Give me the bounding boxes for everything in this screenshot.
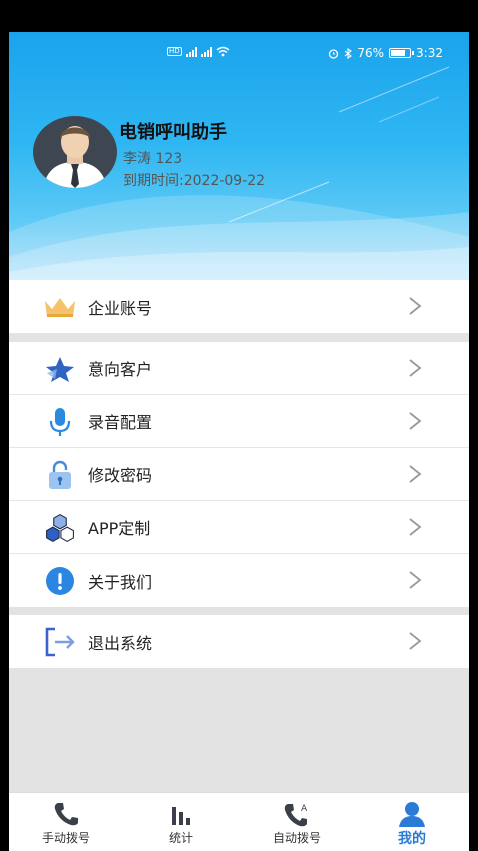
microphone-icon <box>43 406 77 438</box>
app-title: 电销呼叫助手 <box>119 122 227 143</box>
menu-group-account: 企业账号 <box>9 280 469 333</box>
svg-text:A: A <box>301 804 308 814</box>
signal-icon <box>185 46 197 57</box>
tab-label: 手动拨号 <box>41 831 90 845</box>
tab-statistics[interactable]: 统计 <box>131 793 231 851</box>
auto-dial-icon: A <box>284 804 308 827</box>
profile-header: HD 76% 3:32 电销呼叫助手 李涛 123 到期时间:2022-09-2… <box>9 32 469 280</box>
tab-auto-dial[interactable]: A 自动拨号 <box>247 793 347 851</box>
signal-icon <box>200 46 212 57</box>
tab-manual-dial[interactable]: 手动拨号 <box>16 793 116 851</box>
menu-item-label: 企业账号 <box>88 298 153 318</box>
tab-label: 统计 <box>168 831 193 845</box>
chevron-right-icon <box>409 518 422 536</box>
menu-group-main: 意向客户 录音配置 修改密码 APP定制 关于我们 <box>9 342 469 607</box>
chevron-right-icon <box>409 412 422 430</box>
menu-item-label: 退出系统 <box>88 633 153 653</box>
tab-mine[interactable]: 我的 <box>362 793 462 851</box>
info-icon <box>43 565 77 597</box>
menu-item-app-customization[interactable]: APP定制 <box>9 501 469 554</box>
menu-item-label: 关于我们 <box>88 572 153 592</box>
bluetooth-icon <box>345 47 353 59</box>
avatar[interactable] <box>33 116 117 188</box>
menu-item-label: 意向客户 <box>88 360 153 379</box>
hexagon-cluster-icon <box>43 512 77 544</box>
menu-item-label: 修改密码 <box>88 466 153 485</box>
tab-label: 自动拨号 <box>272 831 321 845</box>
menu-item-label: APP定制 <box>88 519 151 538</box>
bar-chart-icon <box>172 807 190 825</box>
user-icon <box>399 802 425 827</box>
menu-item-change-password[interactable]: 修改密码 <box>9 448 469 501</box>
star-icon <box>43 353 77 385</box>
chevron-right-icon <box>409 465 422 483</box>
phone-icon <box>54 803 78 826</box>
wifi-icon <box>216 46 230 57</box>
hd-icon: HD <box>167 47 182 56</box>
menu-item-intended-customers[interactable]: 意向客户 <box>9 342 469 395</box>
chevron-right-icon <box>409 359 422 377</box>
expiry-date: 到期时间:2022-09-22 <box>123 173 266 189</box>
chevron-right-icon <box>409 632 422 650</box>
clock: 3:32 <box>416 46 443 60</box>
tab-label: 我的 <box>398 831 426 847</box>
menu-item-logout[interactable]: 退出系统 <box>9 615 469 668</box>
bottom-tab-bar: 手动拨号 统计 A 自动拨号 我的 <box>9 792 469 851</box>
app-screen: HD 76% 3:32 电销呼叫助手 李涛 123 到期时间:2022-09-2… <box>9 32 469 851</box>
battery-percent: 76% <box>357 46 385 60</box>
menu-group-logout: 退出系统 <box>9 615 469 668</box>
logout-icon <box>43 626 77 658</box>
crown-icon <box>43 291 77 323</box>
chevron-right-icon <box>409 297 422 315</box>
battery-icon <box>389 48 415 58</box>
menu-item-label: 录音配置 <box>88 413 153 432</box>
lock-icon <box>43 459 77 491</box>
chevron-right-icon <box>409 571 422 589</box>
user-name-id: 李涛 123 <box>123 151 183 167</box>
menu-item-recording-config[interactable]: 录音配置 <box>9 395 469 448</box>
status-bar: HD 76% 3:32 <box>9 32 469 76</box>
menu-item-about-us[interactable]: 关于我们 <box>9 554 469 607</box>
menu-item-enterprise-account[interactable]: 企业账号 <box>9 280 469 333</box>
alarm-icon <box>329 48 339 59</box>
